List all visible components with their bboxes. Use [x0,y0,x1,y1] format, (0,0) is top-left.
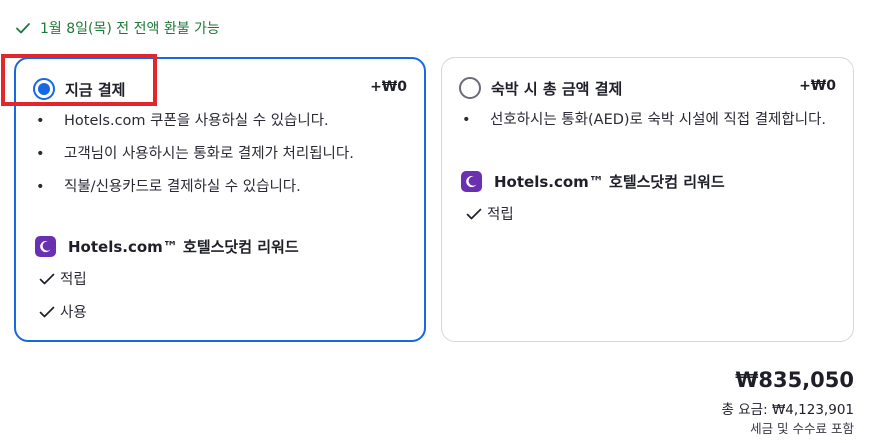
pay-at-property-title: 숙박 시 총 금액 결제 [491,80,623,98]
checkmark-icon [14,19,32,37]
checkmark-icon [38,303,56,321]
rewards-label: Hotels.com™ 호텔스닷컴 리워드 [68,238,299,256]
nightly-price: ₩835,050 [735,368,854,392]
refund-notice: 1월 8일(목) 전 전액 환불 가능 [14,18,220,38]
benefit-item: 선호하시는 통화(AED)로 숙박 시설에 직접 결제합니다. [459,110,837,131]
total-price: 총 요금: ₩4,123,901 [721,402,854,418]
benefit-item: Hotels.com 쿠폰을 사용하실 수 있습니다. [33,111,413,132]
earn-check: 적립 [38,268,87,289]
benefit-item: 고객님이 사용하시는 통화로 결제가 처리됩니다. [33,144,413,165]
use-check: 사용 [38,301,87,322]
check-label: 적립 [60,272,87,288]
pay-at-property-benefits: 선호하시는 통화(AED)로 숙박 시설에 직접 결제합니다. [459,110,837,139]
refund-notice-text: 1월 8일(목) 전 전액 환불 가능 [40,21,220,37]
pay-now-price: +₩0 [370,79,407,95]
rewards-row: Hotels.com™ 호텔스닷컴 리워드 [461,171,725,192]
earn-check: 적립 [465,203,514,224]
rewards-moon-icon [461,171,482,192]
rewards-label: Hotels.com™ 호텔스닷컴 리워드 [494,173,725,191]
checkmark-icon [38,270,56,288]
checkmark-icon [465,205,483,223]
check-label: 사용 [60,305,87,321]
pay-at-property-option[interactable]: 숙박 시 총 금액 결제 +₩0 선호하시는 통화(AED)로 숙박 시설에 직… [441,57,854,342]
pay-now-highlight-box [1,54,157,106]
rewards-moon-icon [35,236,56,257]
tax-note: 세금 및 수수료 포함 [750,421,854,436]
pay-now-benefits: Hotels.com 쿠폰을 사용하실 수 있습니다. 고객님이 사용하시는 통… [33,111,413,210]
benefit-item: 직불/신용카드로 결제하실 수 있습니다. [33,177,413,198]
check-label: 적립 [487,207,514,223]
pay-at-property-radio[interactable] [459,77,481,99]
rewards-row: Hotels.com™ 호텔스닷컴 리워드 [35,236,299,257]
pay-at-property-price: +₩0 [799,78,836,94]
